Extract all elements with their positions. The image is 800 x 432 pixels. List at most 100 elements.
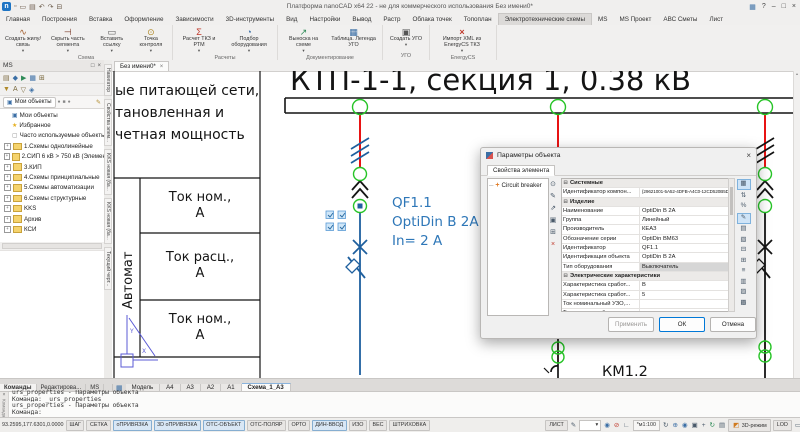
side-tab-properties[interactable]: Свойства элем... bbox=[104, 99, 112, 146]
tab-oblaka-tochek[interactable]: Облака точек bbox=[406, 14, 457, 25]
edit-values-icon[interactable]: ✎ bbox=[737, 213, 751, 224]
list-view-icon[interactable]: ≡ bbox=[738, 267, 750, 276]
palette-table-icon[interactable]: ▦ bbox=[29, 74, 36, 82]
maximize-button[interactable]: □ bbox=[782, 3, 786, 10]
edit-pencil-icon[interactable]: ✎ bbox=[96, 99, 101, 106]
no-constraints-icon[interactable]: ⊘ bbox=[613, 421, 620, 429]
side-tab-kks-2[interactable]: KKS новая (ба... bbox=[104, 198, 112, 244]
sort-az-icon[interactable]: А bbox=[13, 86, 18, 93]
breaker-branch-selected[interactable] bbox=[346, 138, 369, 375]
side-tab-current-drawing[interactable]: Текущий черт... bbox=[104, 247, 112, 290]
property-row[interactable]: Ток номинальный УЗО,... bbox=[562, 300, 729, 309]
tree-node-circuit-breaker[interactable]: ─ + Circuit breaker bbox=[489, 182, 547, 189]
property-row[interactable]: Характеристика сработ...B bbox=[562, 281, 729, 290]
tab-oformlenie[interactable]: Оформление bbox=[118, 14, 169, 25]
command-close-icon[interactable]: × bbox=[3, 392, 6, 398]
tree-item-automation[interactable]: +5.Схемы автоматизации bbox=[0, 183, 104, 193]
tab-postroeniya[interactable]: Построения bbox=[36, 14, 83, 25]
expand-all-icon[interactable]: ⊞ bbox=[738, 257, 750, 266]
equipment-select-button[interactable]: ◔ Подбор оборудования ▾ bbox=[224, 26, 274, 54]
property-row[interactable]: НаименованиеOptiDin B 2A bbox=[562, 207, 729, 216]
side-tab-navigator[interactable]: Навигатор bbox=[104, 64, 112, 96]
command-prompt[interactable]: Команда: bbox=[12, 410, 797, 417]
property-row[interactable]: Обозначение серииOptiDin BM63 bbox=[562, 235, 729, 244]
side-tab-kks-1[interactable]: KKS новая (ба... bbox=[104, 149, 112, 195]
selection-grips[interactable] bbox=[326, 211, 346, 231]
regen-icon[interactable]: ↻ bbox=[709, 421, 716, 429]
create-ugo-button[interactable]: ▣ Создать УГО ▾ bbox=[386, 26, 426, 52]
percent-icon[interactable]: % bbox=[738, 202, 750, 211]
refresh-icon[interactable]: ↻ bbox=[662, 421, 669, 429]
tab-3d-instrumenty[interactable]: 3D-инструменты bbox=[220, 14, 280, 25]
pin-icon[interactable]: ◈ bbox=[29, 86, 34, 94]
canvas-vertical-scrollbar[interactable]: ▴ bbox=[793, 71, 800, 378]
group-row[interactable]: ⊟Изделие bbox=[562, 198, 729, 207]
workspace-combo[interactable]: ▾ bbox=[579, 420, 601, 431]
import-xml-button[interactable]: × Импорт XML из EnergyCS ТКЗ ▾ bbox=[433, 26, 491, 54]
mode-3d-button[interactable]: ◩ 3D-режим bbox=[728, 419, 771, 432]
expand-icon[interactable]: + bbox=[4, 205, 11, 212]
breaker-symbol[interactable] bbox=[346, 212, 367, 375]
tab-ms-proekt[interactable]: MS Проект bbox=[613, 14, 657, 25]
lod-button[interactable]: LOD bbox=[773, 420, 792, 431]
pick-on-drawing-icon[interactable]: ⊙ bbox=[548, 180, 558, 189]
open-file-icon[interactable]: ▭ bbox=[19, 3, 26, 11]
toggle-snap-step[interactable]: ШАГ bbox=[66, 420, 84, 431]
table-header-text[interactable]: ые питающей сети, тановленная и четная м… bbox=[115, 83, 259, 143]
tree-item-single-line[interactable]: +1.Схемы однолинейные bbox=[0, 141, 104, 151]
ruler-icon[interactable]: ∟ bbox=[622, 422, 630, 429]
expand-icon[interactable]: + bbox=[4, 174, 11, 181]
monitor-icon[interactable]: ▭ bbox=[794, 421, 800, 429]
toggle-lineweight[interactable]: ВЕС bbox=[369, 420, 387, 431]
toggle-object-tracking[interactable]: ОТС-ОБЪЕКТ bbox=[203, 420, 245, 431]
property-row[interactable]: Идентификация объектаOptiDin B 2A bbox=[562, 253, 729, 262]
zoom-window-icon[interactable]: ▣ bbox=[691, 421, 699, 429]
view-dot2-icon[interactable]: ● bbox=[68, 99, 71, 105]
tree-item-principal[interactable]: +4.Схемы принципиальные bbox=[0, 172, 104, 182]
property-row[interactable]: ГруппаЛинейный bbox=[562, 216, 729, 225]
insert-link-button[interactable]: ▭ Вставить ссылку ▾ bbox=[93, 26, 131, 54]
filter-icon[interactable]: ▽ bbox=[21, 86, 26, 94]
table-view-icon[interactable]: ▤ bbox=[738, 225, 750, 234]
collapse-all-icon[interactable]: ⊟ bbox=[738, 246, 750, 255]
toggle-hatch[interactable]: ШТРИХОВКА bbox=[389, 420, 430, 431]
dialog-tab-element-properties[interactable]: Свойства элемента bbox=[487, 165, 555, 176]
apply-button[interactable]: Применить bbox=[608, 317, 654, 332]
cancel-button[interactable]: Отмена bbox=[710, 317, 756, 332]
callout-button[interactable]: ↗ Выноска на схеме ▾ bbox=[281, 26, 326, 54]
minimize-button[interactable]: – bbox=[772, 3, 776, 10]
tree-item-sip[interactable]: +2.СИП 6 кВ > 750 кВ (Элементы г.па bbox=[0, 152, 104, 162]
property-row[interactable]: Идентификатор компон...{29621001-5A52-4D… bbox=[562, 188, 729, 197]
tree-item-kks[interactable]: +KKS bbox=[0, 204, 104, 214]
close-document-icon[interactable]: × bbox=[160, 64, 164, 70]
snap-lamp-icon[interactable]: ◉ bbox=[603, 421, 611, 429]
tree-item-kip[interactable]: +3.КИП bbox=[0, 162, 104, 172]
expand-icon[interactable]: + bbox=[4, 153, 10, 160]
contactor-label[interactable]: КМ1.2 bbox=[602, 364, 648, 378]
palette-pin-icon[interactable]: □ bbox=[91, 63, 95, 69]
layout-switch-icon[interactable]: ▦ bbox=[749, 3, 756, 11]
tab-ms[interactable]: MS bbox=[592, 14, 613, 25]
group-row[interactable]: ⊟Системные bbox=[562, 179, 729, 188]
tree-item-structural[interactable]: +6.Схемы структурные bbox=[0, 193, 104, 203]
db-table2-icon[interactable]: ▩ bbox=[738, 299, 750, 308]
export-icon[interactable]: ⇗ bbox=[548, 204, 558, 213]
object-parameters-dialog[interactable]: Параметры объекта × Свойства элемента ─ … bbox=[480, 147, 757, 339]
toggle-ortho[interactable]: ОРТО bbox=[288, 420, 310, 431]
print-icon[interactable]: ⊟ bbox=[56, 3, 62, 11]
ok-button[interactable]: ОК bbox=[659, 317, 705, 332]
sort-icon[interactable]: ⇅ bbox=[738, 192, 750, 201]
tab-list[interactable]: Лист bbox=[703, 14, 729, 25]
rotated-header-text[interactable]: Автомат bbox=[121, 251, 136, 309]
scroll-up-icon[interactable]: ▴ bbox=[796, 71, 798, 76]
tree-item-my-objects[interactable]: ▣Мои объекты bbox=[0, 110, 104, 120]
lock-icon[interactable]: ▥ bbox=[738, 278, 750, 287]
my-objects-button[interactable]: ▣ Мои объекты bbox=[3, 97, 56, 108]
palette-run-icon[interactable]: ▶ bbox=[21, 74, 26, 82]
db-table-icon[interactable]: ▨ bbox=[738, 288, 750, 297]
view-dot-icon[interactable]: ● bbox=[58, 99, 61, 105]
tree-item-ksi[interactable]: +КСИ bbox=[0, 224, 104, 234]
tab-rastr[interactable]: Растр bbox=[377, 14, 406, 25]
export-table-icon[interactable]: ▧ bbox=[738, 236, 750, 245]
zoom-realtime-icon[interactable]: ◉ bbox=[681, 421, 689, 429]
